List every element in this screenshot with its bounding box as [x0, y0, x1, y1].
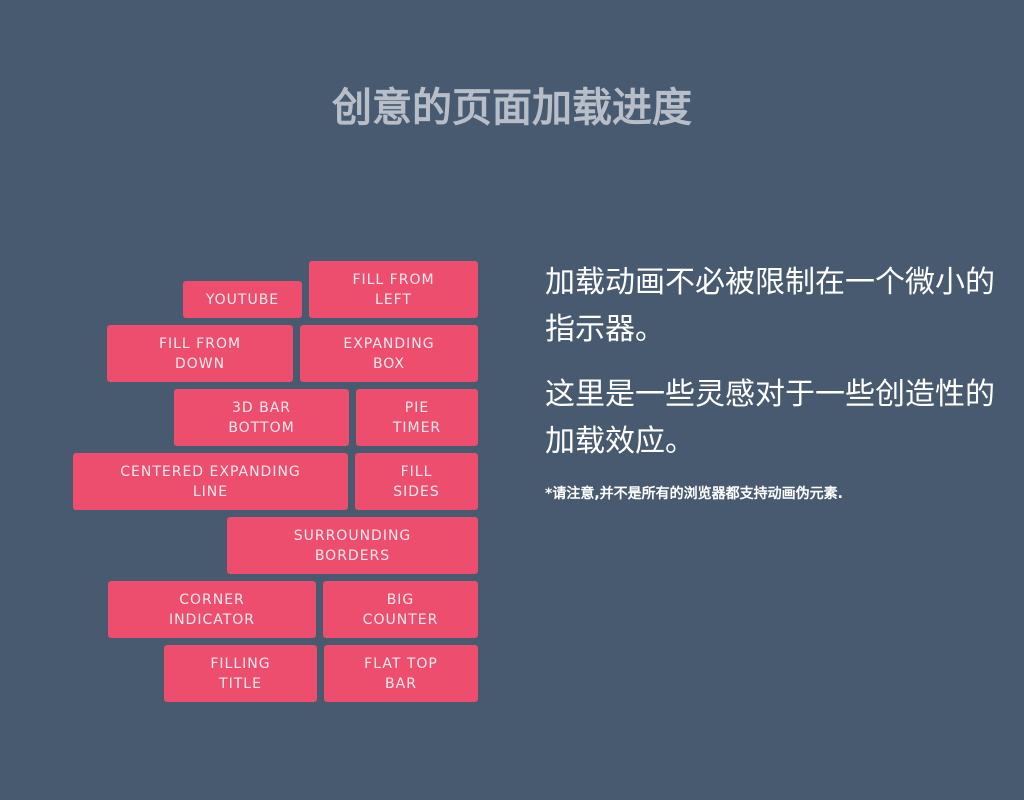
browser-support-note: *请注意,并不是所有的浏览器都支持动画伪元素. — [545, 486, 843, 502]
button-expanding-box[interactable]: EXPANDING BOX — [300, 325, 478, 382]
button-label-line1: FILL FROM — [352, 271, 435, 288]
button-label-line2: TIMER — [392, 419, 442, 436]
description-paragraph-1: 加载动画不必被限制在一个微小的指示器。 — [545, 265, 995, 347]
button-pie-timer[interactable]: PIE TIMER — [356, 389, 478, 446]
page-title: 创意的页面加载进度 — [332, 85, 692, 131]
button-label-line1: FILL — [400, 463, 433, 480]
button-label-line2: BAR — [385, 675, 417, 692]
button-label-line1: EXPANDING — [343, 335, 435, 352]
button-fill-from-down[interactable]: FILL FROM DOWN — [107, 325, 293, 382]
button-label-line1: FILL FROM — [158, 335, 242, 352]
button-label-line1: BIG — [386, 591, 415, 608]
button-youtube[interactable]: YOUTUBE — [183, 281, 302, 318]
button-label-line1: FILLING — [210, 655, 271, 672]
button-label: YOUTUBE — [205, 291, 280, 308]
button-label-line1: 3D BAR — [231, 399, 292, 416]
button-filling-title[interactable]: FILLING TITLE — [164, 645, 317, 702]
button-label-line2: TITLE — [219, 675, 262, 692]
button-label-line2: BOX — [372, 355, 406, 372]
button-flat-top-bar[interactable]: FLAT TOP BAR — [324, 645, 478, 702]
button-label-line1: FLAT TOP — [364, 655, 438, 672]
button-big-counter[interactable]: BIG COUNTER — [323, 581, 478, 638]
button-label-line2: LINE — [192, 483, 229, 500]
button-label-line1: CORNER — [179, 591, 245, 608]
button-label-line2: INDICATOR — [168, 611, 256, 628]
button-fill-from-left[interactable]: FILL FROM LEFT — [309, 261, 478, 318]
button-label-line2: COUNTER — [362, 611, 439, 628]
button-corner-indicator[interactable]: CORNER INDICATOR — [108, 581, 316, 638]
button-centered-expanding-line[interactable]: CENTERED EXPANDING LINE — [73, 453, 348, 510]
description-paragraph-2: 这里是一些灵感对于一些创造性的加载效应。 — [545, 377, 995, 459]
button-label-line2: SIDES — [393, 483, 440, 500]
button-label-line1: PIE — [404, 399, 430, 416]
button-label-line2: BORDERS — [314, 547, 391, 564]
button-label-line2: DOWN — [174, 355, 226, 372]
button-surrounding-borders[interactable]: SURROUNDING BORDERS — [227, 517, 478, 574]
button-label-line1: SURROUNDING — [293, 527, 412, 544]
button-label-line2: BOTTOM — [228, 419, 295, 436]
button-3d-bar-bottom[interactable]: 3D BAR BOTTOM — [174, 389, 349, 446]
button-label-line2: LEFT — [374, 291, 412, 308]
button-fill-sides[interactable]: FILL SIDES — [355, 453, 478, 510]
button-label-line1: CENTERED EXPANDING — [120, 463, 301, 480]
